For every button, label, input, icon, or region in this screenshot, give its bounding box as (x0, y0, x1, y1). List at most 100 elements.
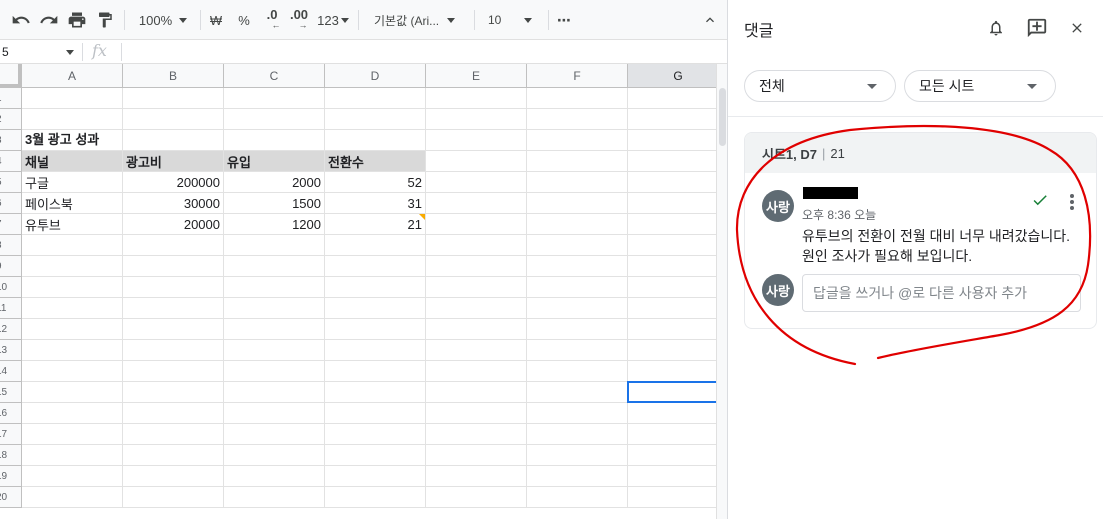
cell[interactable] (426, 445, 527, 466)
cell[interactable] (224, 445, 325, 466)
cell[interactable] (325, 403, 426, 424)
vertical-scrollbar[interactable] (716, 64, 727, 519)
column-header-d[interactable]: D (325, 64, 426, 88)
cell[interactable] (426, 298, 527, 319)
undo-button[interactable] (8, 7, 34, 33)
table-cell[interactable]: 30000 (123, 193, 224, 214)
cell[interactable] (527, 109, 628, 130)
cell[interactable] (123, 319, 224, 340)
cell[interactable] (628, 130, 716, 151)
row-header[interactable]: 17 (0, 424, 22, 445)
cell[interactable] (628, 298, 716, 319)
cell[interactable] (527, 466, 628, 487)
table-cell[interactable]: 페이스북 (22, 193, 123, 214)
cell[interactable] (22, 319, 123, 340)
cell[interactable] (22, 340, 123, 361)
table-cell[interactable]: 20000 (123, 214, 224, 235)
row-header[interactable]: 15 (0, 382, 22, 403)
cell[interactable] (426, 487, 527, 508)
cell[interactable] (325, 277, 426, 298)
row-header[interactable]: 3 (0, 130, 22, 151)
cell[interactable] (22, 235, 123, 256)
cell[interactable] (426, 235, 527, 256)
percent-format-button[interactable]: % (234, 7, 254, 33)
currency-format-button[interactable]: ₩ (206, 7, 226, 33)
cell[interactable] (628, 109, 716, 130)
cell[interactable] (628, 361, 716, 382)
table-header-cell[interactable]: 광고비 (123, 151, 224, 172)
cell[interactable] (123, 130, 224, 151)
column-header-b[interactable]: B (123, 64, 224, 88)
cell[interactable] (224, 88, 325, 109)
cell[interactable] (325, 466, 426, 487)
cell[interactable] (22, 277, 123, 298)
cell[interactable] (628, 235, 716, 256)
cell[interactable] (426, 214, 527, 235)
cell[interactable] (628, 256, 716, 277)
cell[interactable] (426, 109, 527, 130)
row-header[interactable]: 18 (0, 445, 22, 466)
cell[interactable] (22, 88, 123, 109)
collapse-menu-button[interactable] (698, 7, 722, 33)
cell[interactable] (22, 424, 123, 445)
row-header[interactable]: 7 (0, 214, 22, 235)
cell[interactable] (123, 487, 224, 508)
cell[interactable] (426, 340, 527, 361)
cell[interactable] (426, 361, 527, 382)
cell[interactable] (628, 487, 716, 508)
cell[interactable] (123, 445, 224, 466)
table-cell[interactable]: 21 (325, 214, 426, 235)
cell[interactable] (123, 235, 224, 256)
cell[interactable] (22, 445, 123, 466)
comment-indicator-icon[interactable] (419, 214, 425, 220)
cell[interactable] (224, 256, 325, 277)
cell[interactable] (123, 277, 224, 298)
cell[interactable] (628, 340, 716, 361)
cell[interactable] (527, 193, 628, 214)
table-cell[interactable]: 52 (325, 172, 426, 193)
reply-input[interactable] (802, 274, 1081, 312)
cell[interactable] (426, 382, 527, 403)
cell[interactable] (527, 445, 628, 466)
cell[interactable] (628, 151, 716, 172)
cell[interactable] (123, 109, 224, 130)
row-header[interactable]: 8 (0, 235, 22, 256)
cell[interactable] (527, 298, 628, 319)
cell[interactable] (224, 424, 325, 445)
cell[interactable] (224, 130, 325, 151)
cell[interactable] (22, 109, 123, 130)
row-header[interactable]: 13 (0, 340, 22, 361)
row-header[interactable]: 19 (0, 466, 22, 487)
row-header[interactable]: 12 (0, 319, 22, 340)
table-header-cell[interactable]: 유입 (224, 151, 325, 172)
cell[interactable] (628, 466, 716, 487)
cell[interactable] (426, 88, 527, 109)
select-all-corner[interactable] (0, 64, 22, 88)
row-header[interactable]: 11 (0, 298, 22, 319)
cell[interactable] (22, 403, 123, 424)
row-header[interactable]: 5 (0, 172, 22, 193)
cell[interactable] (628, 445, 716, 466)
cell[interactable] (123, 424, 224, 445)
font-size-select[interactable]: 10 (482, 7, 540, 33)
cell[interactable] (426, 424, 527, 445)
cell[interactable] (527, 361, 628, 382)
cell[interactable] (527, 382, 628, 403)
cell[interactable] (123, 403, 224, 424)
cell[interactable] (527, 130, 628, 151)
cell[interactable] (426, 403, 527, 424)
column-header-c[interactable]: C (224, 64, 325, 88)
cell[interactable] (628, 214, 716, 235)
cell[interactable] (527, 403, 628, 424)
cell[interactable] (22, 298, 123, 319)
close-panel-button[interactable] (1065, 16, 1089, 40)
increase-decimal-button[interactable]: .00 → (286, 7, 312, 33)
row-header[interactable]: 16 (0, 403, 22, 424)
cell[interactable] (224, 319, 325, 340)
cell[interactable] (123, 256, 224, 277)
column-header-e[interactable]: E (426, 64, 527, 88)
cell[interactable] (123, 298, 224, 319)
cell[interactable] (22, 256, 123, 277)
cell[interactable] (628, 319, 716, 340)
cell[interactable] (22, 466, 123, 487)
